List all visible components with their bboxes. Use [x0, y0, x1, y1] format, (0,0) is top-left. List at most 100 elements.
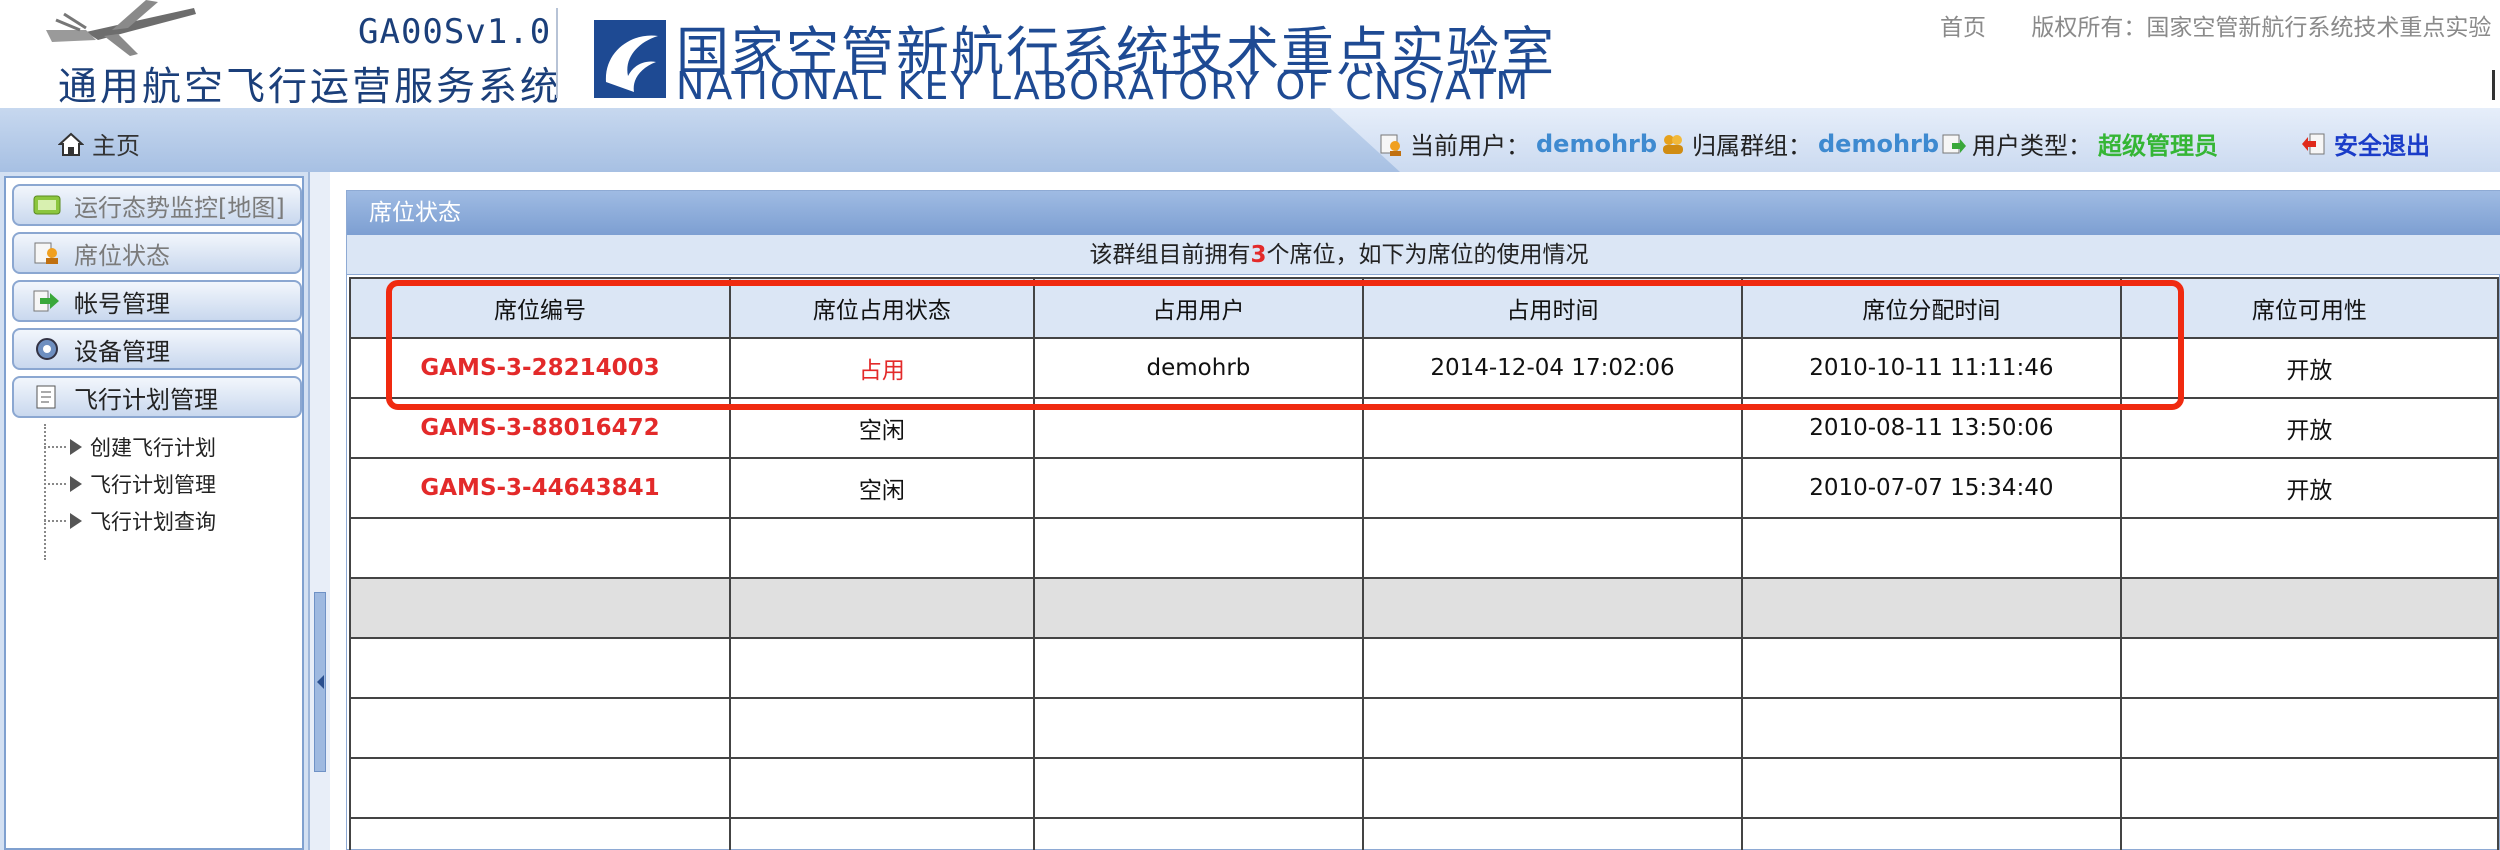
header-divider: [556, 8, 558, 98]
page: GA00Sv1.0 通用航空飞行运营服务系统 国家空管新航行系统技术重点实验室 …: [0, 0, 2500, 850]
summary-suffix: 个席位，如下为席位的使用情况: [1266, 242, 1589, 268]
triangle-right-icon: [70, 476, 82, 492]
sidebar-item-seat-status[interactable]: 席位状态: [12, 232, 302, 274]
tree-connector: [44, 483, 66, 485]
user-type-label: 用户类型：: [1972, 132, 2092, 160]
sidebar-item-flight-plan[interactable]: 飞行计划管理: [12, 376, 302, 418]
empty-row: [348, 637, 2500, 699]
user-cell: [1032, 457, 1365, 519]
document-icon: [36, 385, 56, 409]
seat-id-cell[interactable]: GAMS-3-88016472: [348, 397, 732, 459]
sidebar-item-device[interactable]: 设备管理: [12, 328, 302, 370]
sidebar-item-label: 飞行计划管理: [74, 385, 218, 414]
home-button[interactable]: 主页: [58, 126, 140, 161]
column-header: 占用用户: [1032, 277, 1365, 339]
summary-prefix: 该群组目前拥有: [1089, 242, 1251, 268]
table-row[interactable]: GAMS-3-88016472 空闲 2010-08-11 13:50:06 开…: [348, 397, 2500, 459]
arrow-right-icon: [33, 290, 59, 312]
tree-item-create-plan[interactable]: 创建飞行计划: [44, 432, 216, 462]
seat-user-icon: [34, 242, 58, 264]
status-cell: 占用: [729, 337, 1035, 399]
column-header: 占用时间: [1362, 277, 1743, 339]
lab-name-en: NATIONAL KEY LABORATORY OF CNS/ATM: [676, 64, 1531, 108]
sidebar-item-situation-map[interactable]: 运行态势监控[地图]: [12, 184, 302, 226]
monitor-icon: [33, 195, 61, 215]
current-user-value: demohrb: [1536, 129, 1658, 158]
seat-count: 3: [1250, 242, 1267, 268]
column-header: 席位可用性: [2119, 277, 2500, 339]
column-header: 席位编号: [348, 277, 732, 339]
status-cell: 空闲: [729, 457, 1035, 519]
tree-item-query-plan[interactable]: 飞行计划查询: [44, 506, 216, 536]
user-type-value: 超级管理员: [2098, 132, 2218, 160]
sidebar-item-label: 帐号管理: [74, 289, 170, 318]
tree-item-label: 创建飞行计划: [90, 436, 216, 460]
tree-item-label: 飞行计划管理: [90, 473, 216, 497]
tree-connector: [44, 520, 66, 522]
empty-row: [348, 757, 2500, 819]
gear-icon: [36, 338, 58, 360]
sidebar-menu: 运行态势监控[地图] 席位状态 帐号管理 设备管理 飞行计划管理 创建飞行计划 …: [4, 176, 304, 850]
tree-item-manage-plan[interactable]: 飞行计划管理: [44, 469, 216, 499]
user-icon: [1380, 134, 1401, 156]
user-cell: [1032, 397, 1365, 459]
logout-label: 安全退出: [2334, 132, 2430, 160]
availability-cell: 开放: [2119, 457, 2500, 519]
current-user-label: 当前用户：: [1410, 132, 1530, 160]
tree-item-label: 飞行计划查询: [90, 510, 216, 534]
current-user: 当前用户： demohrb: [1378, 126, 1657, 161]
sidebar: 运行态势监控[地图] 席位状态 帐号管理 设备管理 飞行计划管理 创建飞行计划 …: [0, 172, 310, 850]
empty-row: [348, 577, 2500, 639]
sidebar-item-label: 设备管理: [74, 337, 170, 366]
table-row[interactable]: GAMS-3-44643841 空闲 2010-07-07 15:34:40 开…: [348, 457, 2500, 519]
home-icon: [58, 132, 84, 156]
empty-row: [348, 517, 2500, 579]
empty-row: [348, 817, 2500, 850]
sidebar-item-label: 席位状态: [74, 241, 170, 270]
triangle-right-icon: [70, 439, 82, 455]
seat-status-panel: 席位状态 该群组目前拥有3个席位，如下为席位的使用情况 席位编号 席位占用状态 …: [346, 190, 2500, 850]
assigned-time-cell: 2010-07-07 15:34:40: [1740, 457, 2122, 519]
copyright-text: 版权所有：国家空管新航行系统技术重点实验: [2031, 15, 2492, 41]
sidebar-splitter[interactable]: [310, 172, 330, 850]
seat-table: 席位编号 席位占用状态 占用用户 占用时间 席位分配时间 席位可用性 GAMS-…: [348, 277, 2500, 850]
assigned-time-cell: 2010-10-11 11:11:46: [1740, 337, 2122, 399]
product-name: 通用航空飞行运营服务系统: [58, 65, 563, 110]
plane-logo-icon: [46, 0, 196, 56]
seat-id-cell[interactable]: GAMS-3-44643841: [348, 457, 732, 519]
user-type: 用户类型： 超级管理员: [1940, 126, 2218, 161]
panel-title: 席位状态: [347, 191, 2500, 235]
user-bar: 主页 当前用户： demohrb 归属群组： demohrb 用户类型： 超级管…: [0, 108, 2500, 172]
column-header: 席位占用状态: [729, 277, 1035, 339]
column-header: 席位分配时间: [1740, 277, 2122, 339]
logout-icon: [2302, 133, 2325, 154]
header: GA00Sv1.0 通用航空飞行运营服务系统 国家空管新航行系统技术重点实验室 …: [0, 0, 2500, 110]
empty-row: [348, 697, 2500, 759]
occupied-time-cell: [1362, 397, 1743, 459]
seat-id-cell[interactable]: GAMS-3-28214003: [348, 337, 732, 399]
occupied-time-cell: 2014-12-04 17:02:06: [1362, 337, 1743, 399]
availability-cell: 开放: [2119, 337, 2500, 399]
table-row[interactable]: GAMS-3-28214003 占用 demohrb 2014-12-04 17…: [348, 337, 2500, 399]
availability-cell: 开放: [2119, 397, 2500, 459]
tree-connector: [44, 446, 66, 448]
top-links: 首页 版权所有：国家空管新航行系统技术重点实验: [1940, 8, 2500, 42]
occupied-time-cell: [1362, 457, 1743, 519]
home-label: 主页: [92, 132, 140, 160]
group-value: demohrb: [1818, 129, 1940, 158]
sidebar-item-label: 运行态势监控[地图]: [74, 193, 285, 222]
group-icon: [1663, 134, 1683, 154]
sidebar-item-account[interactable]: 帐号管理: [12, 280, 302, 322]
logout-button[interactable]: 安全退出: [2302, 126, 2430, 161]
user-group: 归属群组： demohrb: [1660, 126, 1939, 161]
lab-logo-icon: [594, 20, 666, 98]
collapse-sidebar-handle[interactable]: [314, 592, 326, 772]
corner-mark: [2492, 70, 2500, 100]
table-header-row: 席位编号 席位占用状态 占用用户 占用时间 席位分配时间 席位可用性: [348, 277, 2500, 339]
status-cell: 空闲: [729, 397, 1035, 459]
home-link[interactable]: 首页: [1940, 15, 1986, 41]
product-version: GA00Sv1.0: [358, 12, 552, 52]
assigned-time-cell: 2010-08-11 13:50:06: [1740, 397, 2122, 459]
group-label: 归属群组：: [1692, 132, 1812, 160]
user-cell: demohrb: [1032, 337, 1365, 399]
